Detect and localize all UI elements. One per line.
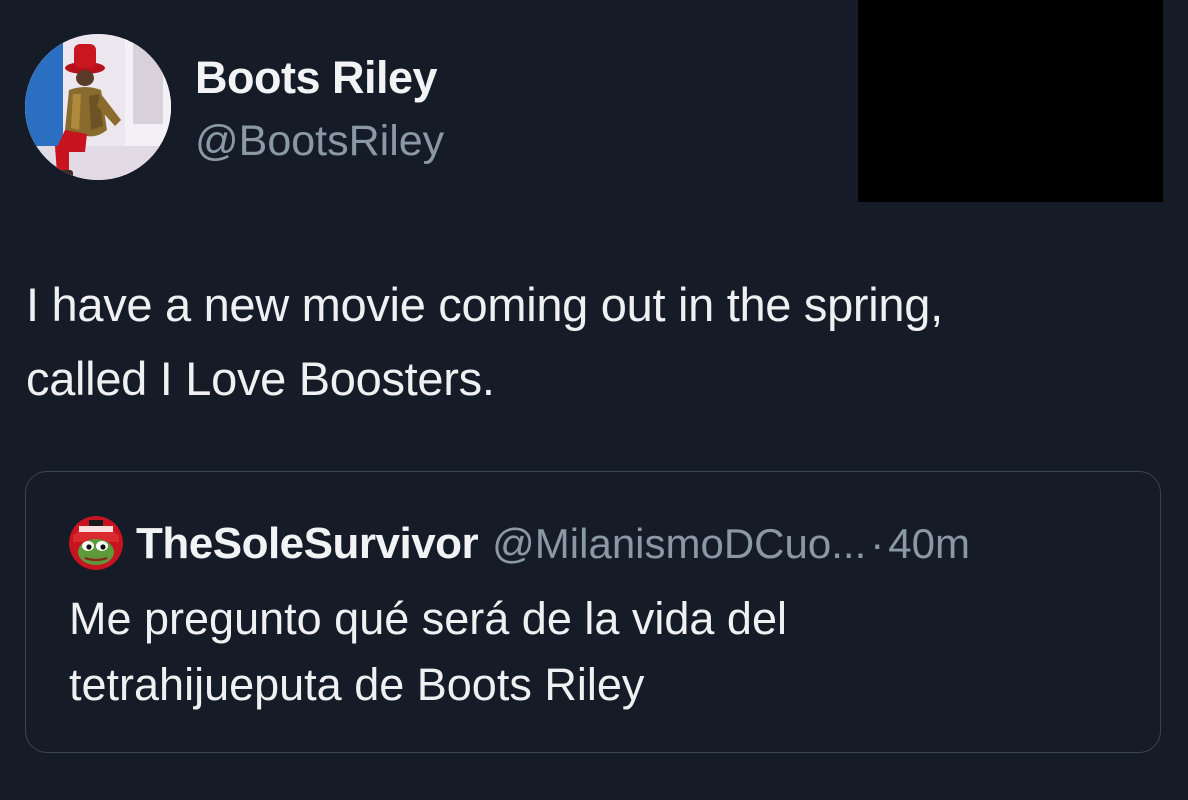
separator-dot: · — [870, 520, 885, 567]
tweet: Boots Riley @BootsRiley I have a new mov… — [0, 0, 1188, 800]
tweet-text-line: I have a new movie coming out in the spr… — [26, 278, 943, 331]
redaction-box — [858, 0, 1163, 202]
quoted-author-name[interactable]: TheSoleSurvivor — [136, 519, 479, 569]
author-avatar[interactable] — [25, 34, 171, 180]
author-handle[interactable]: @BootsRiley — [195, 117, 444, 166]
quoted-author-avatar[interactable] — [69, 516, 123, 570]
quoted-tweet-text: Me pregunto qué será de la vida del tetr… — [69, 586, 1129, 718]
quoted-tweet-card[interactable]: TheSoleSurvivor @MilanismoDCuo... · 40m … — [25, 471, 1161, 753]
tweet-text: I have a new movie coming out in the spr… — [26, 268, 1146, 416]
quoted-timestamp[interactable]: 40m — [888, 520, 970, 568]
quoted-tweet-header: TheSoleSurvivor @MilanismoDCuo... · 40m — [136, 516, 970, 572]
quoted-author-handle[interactable]: @MilanismoDCuo... — [492, 520, 866, 568]
quoted-text-line: Me pregunto qué será de la vida del — [69, 593, 787, 644]
tweet-text-line: called I Love Boosters. — [26, 352, 495, 405]
quoted-text-line: tetrahijueputa de Boots Riley — [69, 659, 645, 710]
author-name[interactable]: Boots Riley — [195, 52, 438, 104]
